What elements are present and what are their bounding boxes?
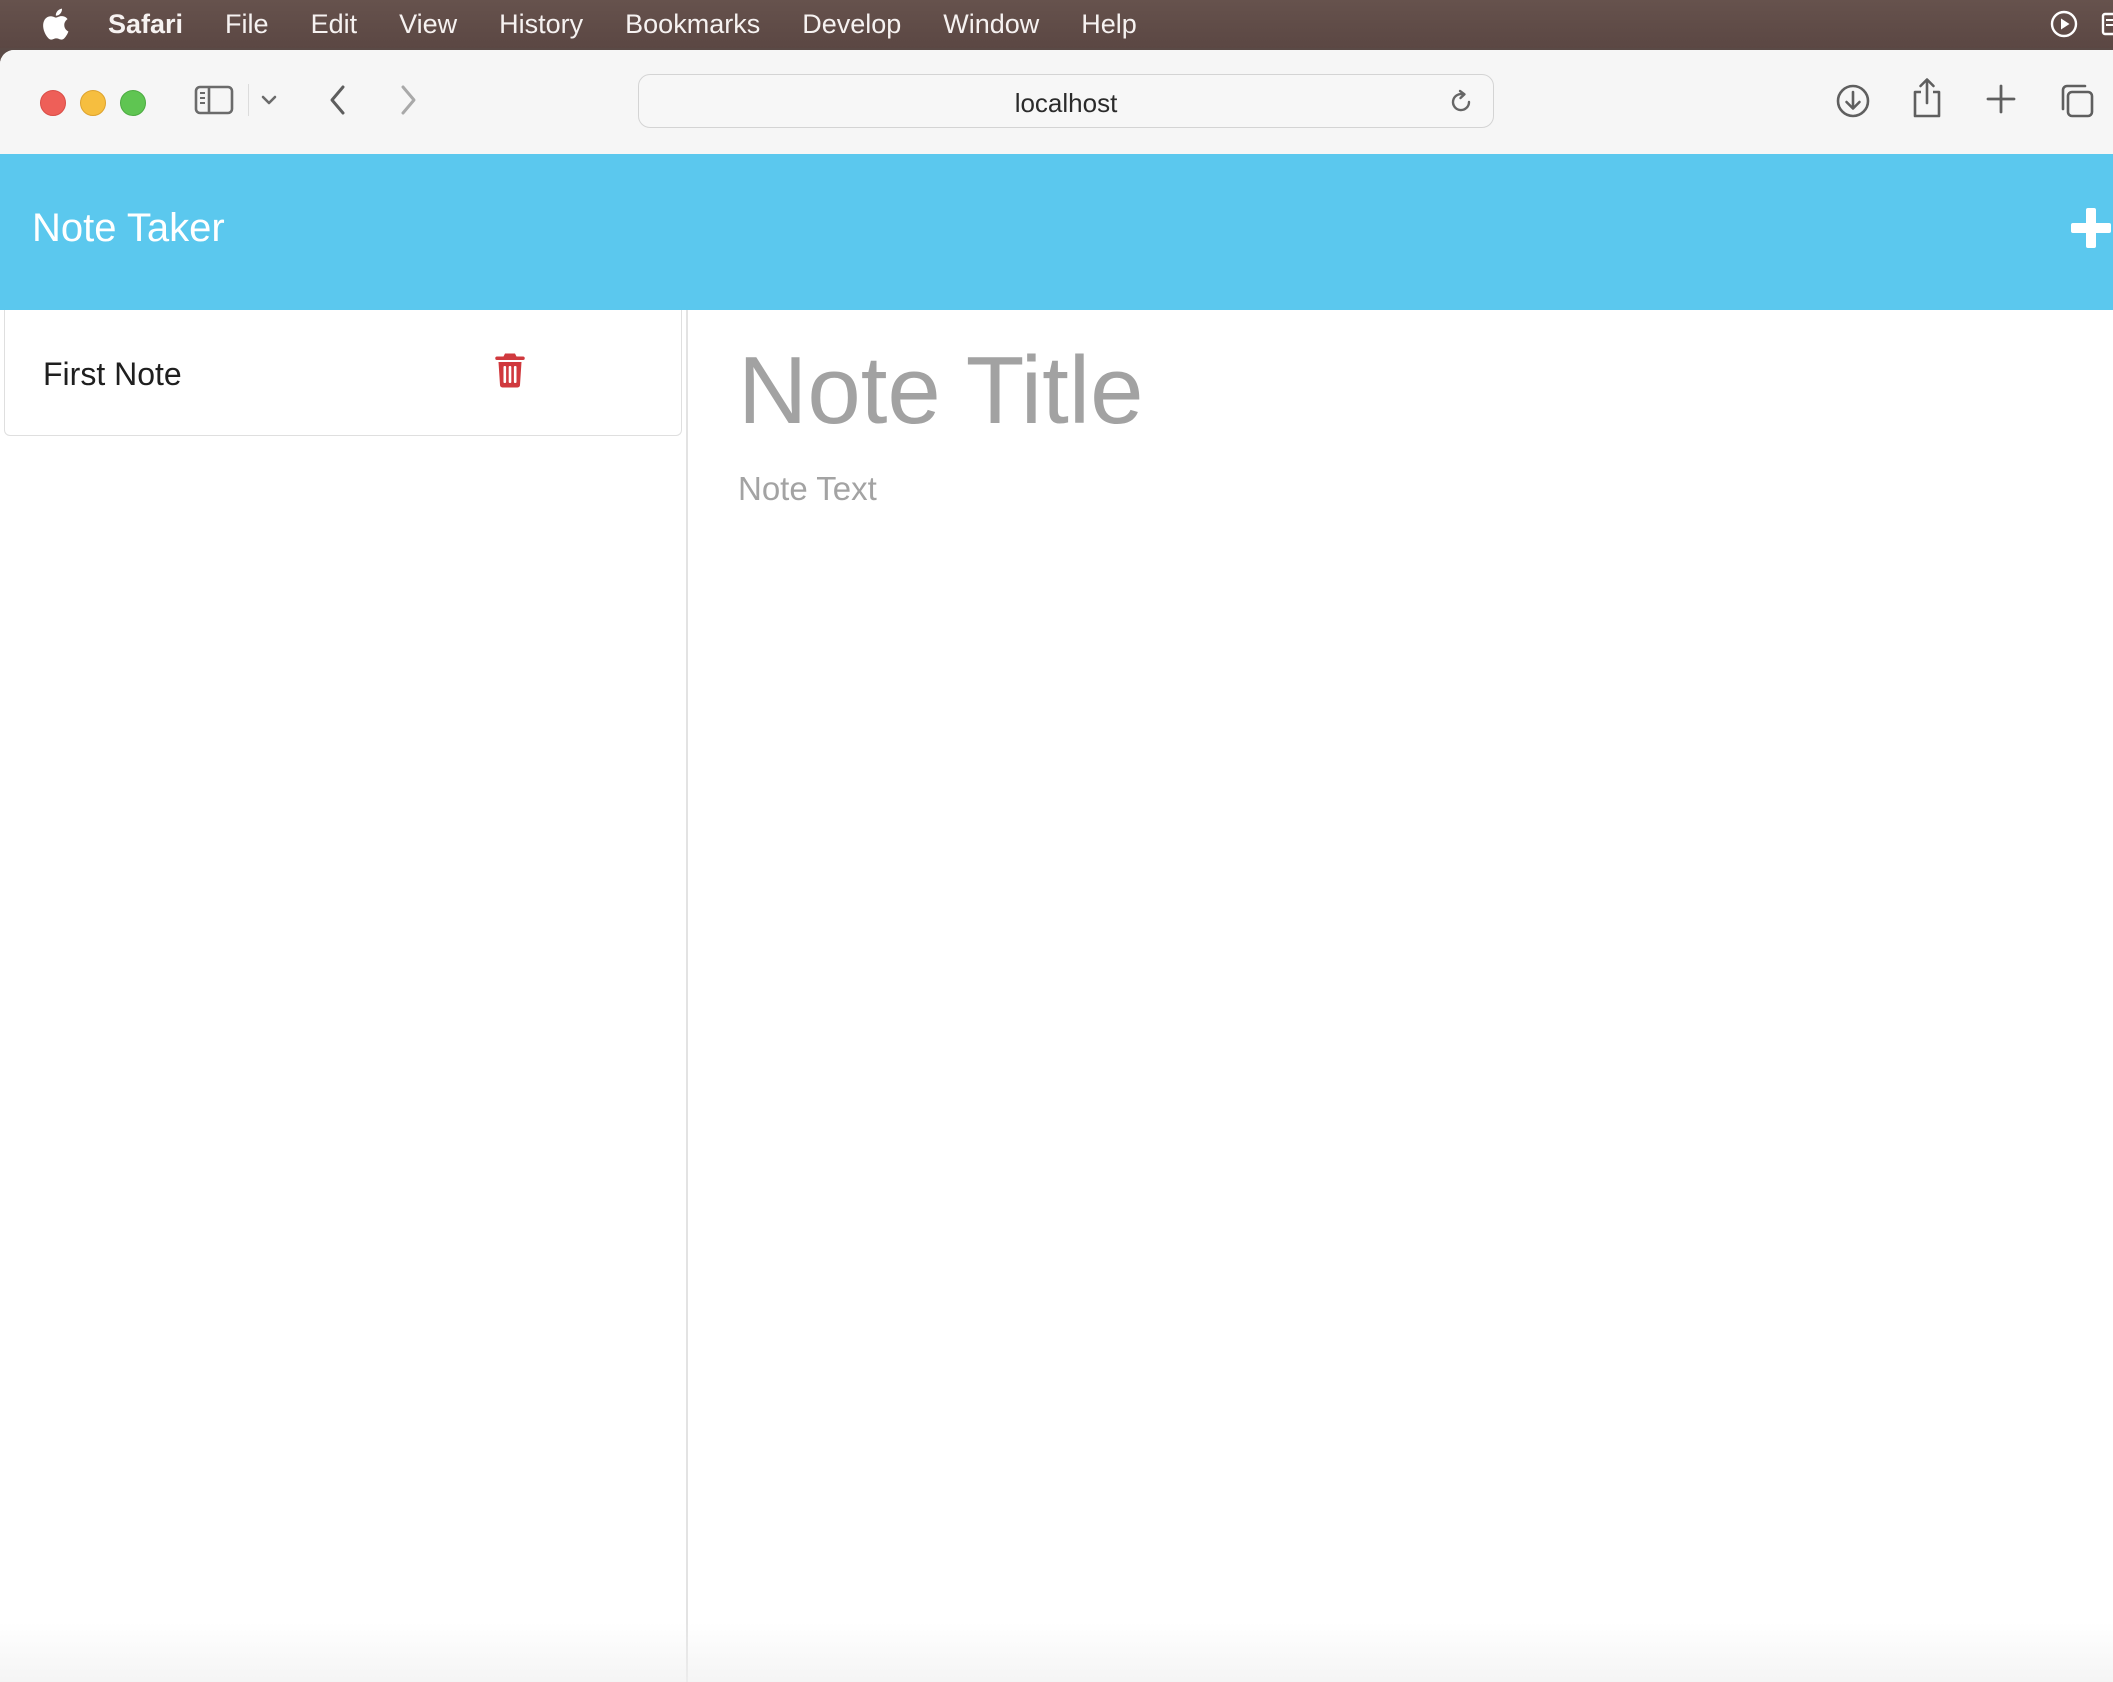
notes-sidebar: First Note [0, 310, 688, 1682]
app-brand[interactable]: Note Taker [32, 206, 225, 251]
apple-logo-icon[interactable] [40, 7, 70, 41]
play-circle-icon[interactable] [2049, 9, 2079, 39]
sidebar-menu-button[interactable] [248, 84, 279, 116]
notes-menubar-icon[interactable] [2101, 9, 2113, 39]
back-icon [330, 85, 345, 115]
menu-safari[interactable]: Safari [108, 9, 183, 40]
note-list-title[interactable]: First Note [43, 356, 182, 393]
note-text-area[interactable] [738, 470, 2038, 1370]
reload-icon[interactable] [1447, 88, 1475, 116]
tab-overview-icon [2061, 84, 2094, 118]
macos-menu-bar: Safari File Edit View History Bookmarks … [0, 0, 2113, 48]
new-tab-icon [1986, 84, 2016, 114]
menu-edit[interactable]: Edit [311, 9, 358, 40]
zoom-window-button[interactable] [120, 90, 146, 116]
web-page: Note Taker First Note [0, 154, 2113, 1682]
note-title-input[interactable] [738, 336, 2038, 446]
menu-window[interactable]: Window [943, 9, 1039, 40]
menu-develop[interactable]: Develop [802, 9, 901, 40]
menu-view[interactable]: View [399, 9, 457, 40]
menu-help[interactable]: Help [1081, 9, 1137, 40]
address-url: localhost [1014, 88, 1118, 118]
minimize-window-button[interactable] [80, 90, 106, 116]
back-button[interactable] [326, 80, 350, 120]
share-icon [1913, 78, 1941, 118]
sidebar-icon [194, 85, 234, 115]
forward-icon [401, 85, 416, 115]
address-bar[interactable]: localhost [638, 74, 1494, 128]
menu-history[interactable]: History [499, 9, 583, 40]
menu-bookmarks[interactable]: Bookmarks [625, 9, 760, 40]
menu-file[interactable]: File [225, 9, 269, 40]
trash-icon[interactable] [495, 352, 525, 388]
chevron-down-icon [261, 95, 277, 105]
share-button[interactable] [1910, 76, 1944, 120]
note-editor [688, 310, 2113, 1682]
note-list-item[interactable]: First Note [4, 310, 682, 436]
close-window-button[interactable] [40, 90, 66, 116]
sidebar-toggle-button[interactable] [194, 84, 234, 116]
downloads-button[interactable] [1834, 82, 1872, 120]
menubar-status-icons [2049, 0, 2113, 48]
tab-overview-button[interactable] [2058, 82, 2096, 120]
download-icon [1836, 84, 1870, 118]
browser-window: localhost Note Taker First Note Note Tit… [0, 50, 2113, 1682]
forward-button[interactable] [396, 80, 420, 120]
new-note-plus-icon[interactable] [2069, 206, 2113, 250]
app-navbar: Note Taker [0, 154, 2113, 310]
new-tab-button[interactable] [1984, 82, 2018, 116]
browser-toolbar: localhost [0, 50, 2113, 155]
